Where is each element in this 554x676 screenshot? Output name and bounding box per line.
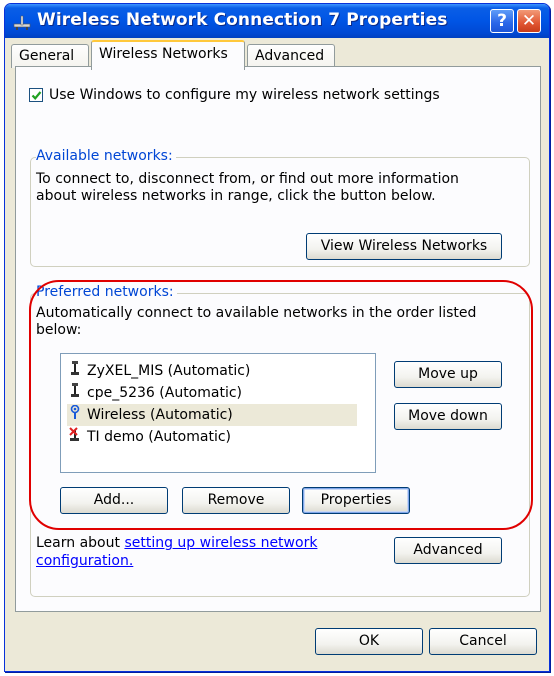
list-item[interactable]: ZyXEL_MIS (Automatic) [67, 360, 357, 382]
network-connection-icon [13, 15, 31, 30]
learn-about-prefix: Learn about [36, 535, 125, 551]
title-bar[interactable]: Wireless Network Connection 7 Properties… [5, 4, 549, 38]
tab-bar: General Wireless Networks Advanced [11, 40, 545, 70]
cancel-label: Cancel [459, 633, 507, 649]
cancel-button[interactable]: Cancel [429, 628, 537, 655]
antenna-icon [67, 360, 83, 382]
preferred-description-line1: Automatically connect to available netwo… [36, 305, 477, 321]
list-item[interactable]: Wireless (Automatic) [67, 404, 357, 426]
ok-label: OK [358, 633, 380, 649]
window-title: Wireless Network Connection 7 Properties [37, 10, 448, 30]
preferred-networks-label: Preferred networks: [36, 284, 177, 300]
close-icon: ✕ [521, 11, 537, 31]
properties-button[interactable]: Properties [302, 487, 410, 514]
add-button[interactable]: Add... [60, 487, 168, 514]
use-windows-row: Use Windows to configure my wireless net… [29, 87, 440, 103]
learn-about-line2: configuration. [36, 553, 133, 569]
antenna-icon [67, 382, 83, 404]
network-name: cpe_5236 (Automatic) [87, 385, 242, 401]
help-icon: ? [497, 11, 507, 31]
learn-about-text: Learn about setting up wireless network [36, 535, 317, 551]
tab-label: Wireless Networks [99, 46, 228, 62]
tab-panel: Use Windows to configure my wireless net… [15, 66, 541, 612]
help-button[interactable]: ? [490, 9, 514, 33]
use-windows-checkbox[interactable] [29, 88, 43, 102]
tab-wireless-networks[interactable]: Wireless Networks [91, 40, 245, 70]
move-up-label: Move up [418, 366, 478, 382]
available-description-line1: To connect to, disconnect from, or find … [36, 171, 459, 187]
properties-label: Properties [320, 492, 392, 508]
available-description-line2: about wireless networks in range, click … [36, 188, 436, 204]
tab-label: Advanced [255, 48, 325, 64]
move-down-label: Move down [408, 408, 488, 424]
close-button[interactable]: ✕ [517, 9, 541, 33]
antenna-unavailable-icon [67, 426, 83, 448]
add-label: Add... [93, 492, 135, 508]
list-item[interactable]: TI demo (Automatic) [67, 426, 357, 448]
checkmark-icon [31, 90, 41, 100]
setting-up-wireless-link[interactable]: setting up wireless network [124, 535, 317, 551]
preferred-description-line2: below: [36, 322, 82, 338]
list-item[interactable]: cpe_5236 (Automatic) [67, 382, 357, 404]
view-wireless-networks-button[interactable]: View Wireless Networks [306, 233, 502, 260]
network-name: ZyXEL_MIS (Automatic) [87, 363, 251, 379]
advanced-button[interactable]: Advanced [394, 537, 502, 564]
move-up-button[interactable]: Move up [394, 361, 502, 388]
preferred-networks-list[interactable]: ZyXEL_MIS (Automatic) cpe_5236 (Automati… [60, 353, 376, 473]
properties-dialog: Wireless Network Connection 7 Properties… [4, 3, 550, 672]
remove-button[interactable]: Remove [182, 487, 290, 514]
available-networks-label: Available networks: [36, 148, 176, 164]
advanced-label: Advanced [413, 542, 483, 558]
network-name: Wireless (Automatic) [87, 407, 233, 423]
tab-general[interactable]: General [11, 44, 89, 68]
network-name: TI demo (Automatic) [87, 429, 232, 445]
tab-label: General [19, 48, 75, 64]
configuration-link[interactable]: configuration. [36, 553, 133, 569]
wireless-connected-icon [67, 404, 83, 426]
ok-button[interactable]: OK [315, 628, 423, 655]
use-windows-label: Use Windows to configure my wireless net… [49, 87, 440, 103]
move-down-button[interactable]: Move down [394, 403, 502, 430]
tab-advanced[interactable]: Advanced [247, 44, 335, 68]
remove-label: Remove [207, 492, 265, 508]
